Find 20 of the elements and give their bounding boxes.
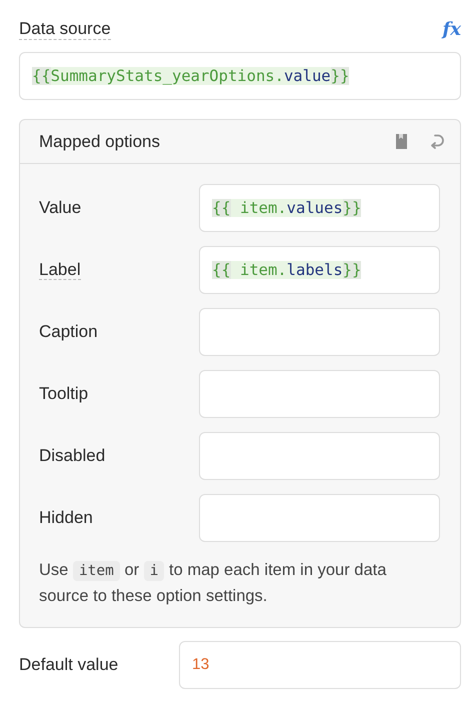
field-label: Data source xyxy=(19,18,111,40)
field-label: Value xyxy=(39,198,82,217)
field-label: Disabled xyxy=(39,446,106,465)
reset-icon[interactable] xyxy=(429,132,446,150)
expression-field[interactable]: {{ item.labels}} xyxy=(199,246,440,294)
input-field[interactable] xyxy=(199,432,440,480)
expression-field[interactable]: {{ item.values}} xyxy=(199,184,440,232)
formula-toggle[interactable]: fx xyxy=(442,18,461,40)
field-label: Default value xyxy=(19,655,118,674)
field-label: Label xyxy=(39,260,81,280)
expression-field[interactable]: {{SummaryStats_yearOptions.value}} xyxy=(19,52,461,100)
field-label: Tooltip xyxy=(39,384,88,403)
input-field[interactable] xyxy=(199,370,440,418)
input-field[interactable] xyxy=(199,494,440,542)
field-label: Caption xyxy=(39,322,98,341)
field-label: Hidden xyxy=(39,508,93,527)
book-icon[interactable] xyxy=(394,133,409,150)
help-text: Use item or i to map each item in your data source to these option settings. xyxy=(39,560,388,607)
panel-title: Mapped options xyxy=(39,132,160,152)
input-field[interactable] xyxy=(199,308,440,356)
